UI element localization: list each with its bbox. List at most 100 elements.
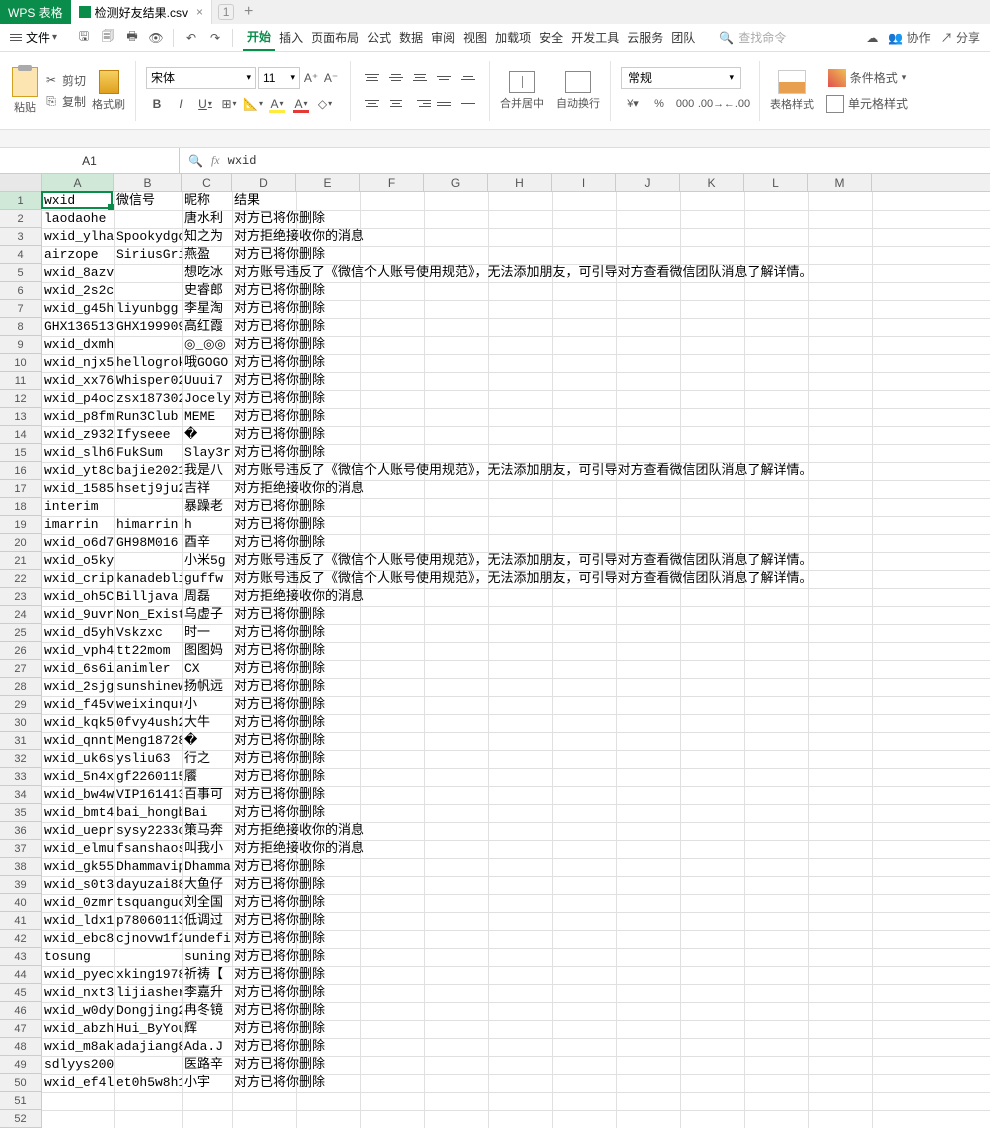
cell[interactable]: 小宇 (182, 1074, 232, 1092)
cell[interactable]: 对方已将你删除 (232, 1056, 990, 1074)
cut-button[interactable]: ✂剪切 (44, 72, 86, 89)
cell[interactable]: 时一 (182, 624, 232, 642)
row-header-39[interactable]: 39 (0, 876, 41, 894)
col-header-F[interactable]: F (360, 174, 424, 191)
cell[interactable]: 对方已将你删除 (232, 210, 990, 228)
cell[interactable]: wxid_5n4x (42, 768, 114, 786)
cell[interactable]: dayuzai88 (114, 876, 182, 894)
cell[interactable]: h (182, 516, 232, 534)
cell[interactable]: 叫我小 (182, 840, 232, 858)
row-header-48[interactable]: 48 (0, 1038, 41, 1056)
cell[interactable]: ysliu63 (114, 750, 182, 768)
collab-button[interactable]: 👥 协作 (888, 29, 930, 46)
cell[interactable]: 冉冬镜 (182, 1002, 232, 1020)
cell[interactable]: 对方已将你删除 (232, 786, 990, 804)
cell[interactable]: wxid_kqk5 (42, 714, 114, 732)
cell[interactable]: et0h5w8h1 (114, 1074, 182, 1092)
cell[interactable]: CX (182, 660, 232, 678)
ribbon-tab-0[interactable]: 开始 (243, 24, 275, 51)
underline-button[interactable]: U▾ (194, 93, 216, 115)
cell[interactable]: 对方已将你删除 (232, 444, 990, 462)
cell[interactable]: Ada.J (182, 1038, 232, 1056)
cell[interactable]: zsx187302 (114, 390, 182, 408)
col-header-L[interactable]: L (744, 174, 808, 191)
cell[interactable]: airzope (42, 246, 114, 264)
ribbon-tab-10[interactable]: 云服务 (623, 25, 667, 50)
cell[interactable]: 对方已将你删除 (232, 300, 990, 318)
cell[interactable]: 低调过 (182, 912, 232, 930)
cell[interactable]: Jocely (182, 390, 232, 408)
wrap-text-button[interactable]: 自动换行 (556, 71, 600, 111)
align-top-button[interactable] (361, 67, 383, 89)
row-header-52[interactable]: 52 (0, 1110, 41, 1128)
select-all-corner[interactable] (0, 174, 42, 191)
cell[interactable]: bajie2021 (114, 462, 182, 480)
col-header-E[interactable]: E (296, 174, 360, 191)
cell[interactable]: wxid_yt8c (42, 462, 114, 480)
row-header-33[interactable]: 33 (0, 768, 41, 786)
add-tab-button[interactable]: + (244, 3, 253, 21)
cell[interactable]: wxid_pyec (42, 966, 114, 984)
cell[interactable]: 对方已将你删除 (232, 678, 990, 696)
share-button[interactable]: ↗ 分享 (941, 29, 980, 46)
ribbon-tab-4[interactable]: 数据 (395, 25, 427, 50)
cell[interactable] (114, 1056, 182, 1074)
cell[interactable]: 结果 (232, 192, 990, 210)
cell-style-button[interactable]: 单元格样式 (826, 95, 908, 113)
row-header-45[interactable]: 45 (0, 984, 41, 1002)
cell[interactable]: 对方已将你删除 (232, 894, 990, 912)
cell[interactable]: GHX136513 (42, 318, 114, 336)
cell[interactable]: � (182, 732, 232, 750)
cell[interactable]: 扬帆远 (182, 678, 232, 696)
cell[interactable]: sunshinew (114, 678, 182, 696)
row-header-7[interactable]: 7 (0, 300, 41, 318)
row-header-21[interactable]: 21 (0, 552, 41, 570)
cell[interactable]: wxid_uk6s (42, 750, 114, 768)
cell[interactable]: adajiang8 (114, 1038, 182, 1056)
cell[interactable]: wxid_crip (42, 570, 114, 588)
cell[interactable]: Meng18728 (114, 732, 182, 750)
col-header-A[interactable]: A (42, 174, 114, 191)
cell[interactable]: 对方拒绝接收你的消息 (232, 840, 990, 858)
cell[interactable]: wxid_2s2czzsdcnyy (42, 282, 114, 300)
cell[interactable]: GHX199909 (114, 318, 182, 336)
cell[interactable]: guffw (182, 570, 232, 588)
cell[interactable]: wxid_2sjg (42, 678, 114, 696)
cell[interactable]: wxid_ef4l (42, 1074, 114, 1092)
cell[interactable]: 对方已将你删除 (232, 696, 990, 714)
fill-markup-button[interactable]: 📐▾ (242, 93, 264, 115)
row-header-17[interactable]: 17 (0, 480, 41, 498)
cell[interactable]: 李星淘 (182, 300, 232, 318)
row-header-27[interactable]: 27 (0, 660, 41, 678)
more-tabs-button[interactable]: 1 (218, 4, 234, 20)
cell[interactable]: 对方已将你删除 (232, 1074, 990, 1092)
cell[interactable]: wxid_ldx1 (42, 912, 114, 930)
cell[interactable]: Ifyseee (114, 426, 182, 444)
cell[interactable]: 对方拒绝接收你的消息 (232, 228, 990, 246)
cell[interactable]: fsanshaos1 (114, 840, 182, 858)
comma-button[interactable]: 000 (673, 93, 697, 115)
cell[interactable]: 对方已将你删除 (232, 948, 990, 966)
cell[interactable]: Hui_ByYou (114, 1020, 182, 1038)
cell[interactable]: 高红霞 (182, 318, 232, 336)
cell[interactable]: wxid_oh5C (42, 588, 114, 606)
cell[interactable]: 对方已将你删除 (232, 534, 990, 552)
save-icon[interactable]: 🖫 (75, 29, 93, 47)
cell[interactable]: himarrin (114, 516, 182, 534)
indent-left-button[interactable] (433, 67, 455, 89)
cell[interactable]: 辉 (182, 1020, 232, 1038)
cell[interactable]: Dhamma (182, 858, 232, 876)
cell[interactable]: 对方拒绝接收你的消息 (232, 588, 990, 606)
cell[interactable]: 0fvy4ush2 (114, 714, 182, 732)
row-header-36[interactable]: 36 (0, 822, 41, 840)
cell[interactable]: 对方拒绝接收你的消息 (232, 822, 990, 840)
row-header-9[interactable]: 9 (0, 336, 41, 354)
cell[interactable]: 对方已将你删除 (232, 642, 990, 660)
file-menu[interactable]: 文件 ▾ (4, 27, 63, 48)
cell[interactable]: animler (114, 660, 182, 678)
cell[interactable]: GH98M016 (114, 534, 182, 552)
cell[interactable]: 知之为 (182, 228, 232, 246)
cell[interactable]: 对方已将你删除 (232, 606, 990, 624)
row-header-34[interactable]: 34 (0, 786, 41, 804)
cell[interactable]: tsquanguo (114, 894, 182, 912)
